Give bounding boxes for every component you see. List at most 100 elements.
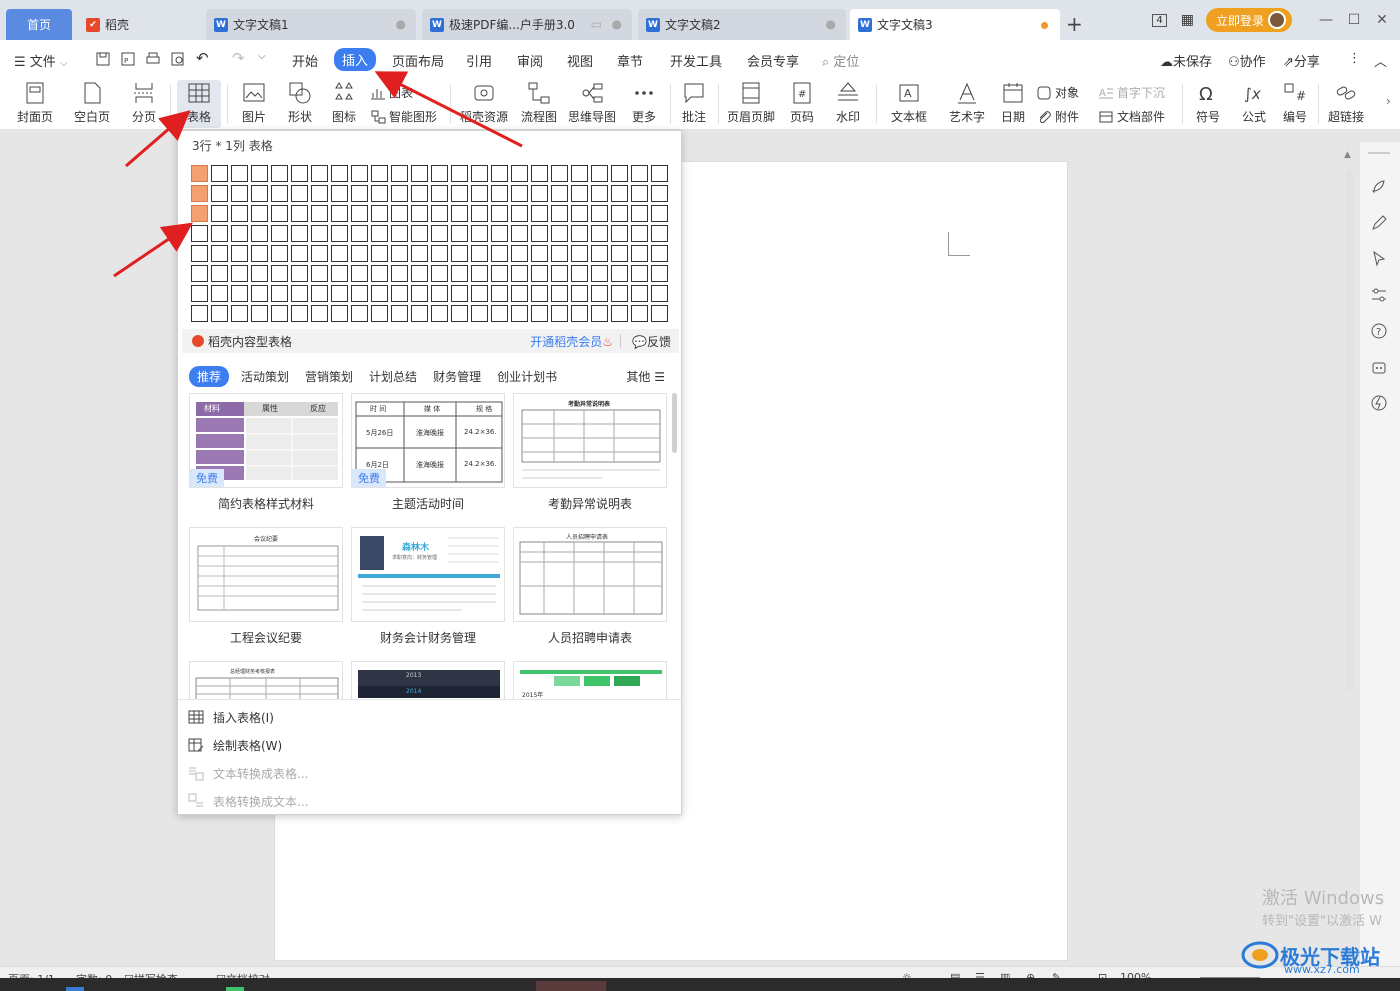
grid-cell[interactable] [331,165,348,182]
grid-cell[interactable] [251,305,268,322]
grid-cell[interactable] [291,225,308,242]
grid-cell[interactable] [371,165,388,182]
grid-cell[interactable] [371,245,388,262]
tab-doc3[interactable]: W 文字文稿3 [850,9,1060,40]
grid-cell[interactable] [451,305,468,322]
grid-cell[interactable] [631,205,648,222]
grid-cell[interactable] [591,225,608,242]
login-button[interactable]: 立即登录 [1205,8,1292,32]
minimize-icon[interactable]: — [1312,12,1340,28]
page-break-button[interactable]: 分页 [126,80,162,125]
grid-cell[interactable] [211,245,228,262]
grid-cell[interactable] [411,305,428,322]
grid-cell[interactable] [431,305,448,322]
save-icon[interactable] [95,51,111,67]
grid-cell[interactable] [291,165,308,182]
grid-cell[interactable] [391,185,408,202]
grid-cell[interactable] [411,265,428,282]
grid-cell[interactable] [331,225,348,242]
smartart-button[interactable]: 智能图形 [370,108,437,125]
grid-cell[interactable] [231,305,248,322]
grid-cell[interactable] [331,285,348,302]
grid-cell[interactable] [271,185,288,202]
grid-cell[interactable] [191,185,208,202]
grid-cell[interactable] [491,305,508,322]
grid-cell[interactable] [531,245,548,262]
close-icon[interactable]: ✕ [1368,12,1396,28]
grid-cell[interactable] [391,165,408,182]
grid-cell[interactable] [351,305,368,322]
grid-cell[interactable] [491,225,508,242]
grid-cell[interactable] [571,185,588,202]
grid-cell[interactable] [511,305,528,322]
grid-cell[interactable] [371,185,388,202]
export-pdf-icon[interactable]: P [120,51,136,67]
watermark-button[interactable]: 水印 [828,80,868,125]
menu-review[interactable]: 审阅 [517,51,543,70]
grid-cell[interactable] [431,185,448,202]
grid-cell[interactable] [191,305,208,322]
tab-doc2[interactable]: W 文字文稿2 ● [638,9,846,40]
grid-cell[interactable] [211,225,228,242]
grid-cell[interactable] [451,205,468,222]
rocket-icon[interactable] [1370,178,1388,196]
draw-table-command[interactable]: 绘制表格(W) [188,734,282,756]
grid-cell[interactable] [451,245,468,262]
grid-cell[interactable] [451,285,468,302]
menu-layout[interactable]: 页面布局 [392,51,444,70]
grid-cell[interactable] [551,225,568,242]
grid-cell[interactable] [651,165,668,182]
grid-cell[interactable] [231,265,248,282]
maximize-icon[interactable]: ☐ [1340,12,1368,28]
chevron-down-icon[interactable]: ⌵ [258,51,266,62]
layout-switch-icon[interactable]: 4 [1152,13,1167,27]
grid-cell[interactable] [291,205,308,222]
taskbar-app-icon[interactable] [226,987,244,991]
grid-cell[interactable] [611,185,628,202]
grid-cell[interactable] [311,205,328,222]
textbox-button[interactable]: A 文本框 [884,80,934,125]
grid-cell[interactable] [551,265,568,282]
attachment-button[interactable]: 附件 [1036,108,1079,125]
tab-business-plan[interactable]: 创业计划书 [497,368,557,385]
grid-cell[interactable] [511,265,528,282]
more-button[interactable]: 更多 [624,80,664,125]
lightning-icon[interactable] [1370,394,1388,412]
grid-cell[interactable] [351,265,368,282]
text-to-table-command[interactable]: 文本转换成表格... [188,762,308,784]
grid-cell[interactable] [631,225,648,242]
help-icon[interactable]: ? [1370,322,1388,340]
grid-cell[interactable] [491,165,508,182]
grid-cell[interactable] [391,265,408,282]
grid-cell[interactable] [351,205,368,222]
grid-cell[interactable] [351,245,368,262]
grid-cell[interactable] [471,305,488,322]
grid-cell[interactable] [371,205,388,222]
grid-cell[interactable] [311,305,328,322]
grid-cell[interactable] [651,205,668,222]
grid-cell[interactable] [651,245,668,262]
grid-cell[interactable] [651,185,668,202]
grid-cell[interactable] [191,245,208,262]
cursor-icon[interactable] [1370,250,1388,268]
template-card[interactable]: 会议纪要 工程会议纪要 [189,527,343,646]
grid-cell[interactable] [591,265,608,282]
grid-cell[interactable] [631,285,648,302]
grid-cell[interactable] [471,185,488,202]
sliders-icon[interactable] [1370,286,1388,304]
grid-cell[interactable] [411,225,428,242]
grid-cell[interactable] [611,305,628,322]
grid-cell[interactable] [611,205,628,222]
tab-recommended[interactable]: 推荐 [189,365,230,387]
grid-cell[interactable] [271,225,288,242]
grid-cell[interactable] [391,205,408,222]
grid-cell[interactable] [551,285,568,302]
tab-close-dot-icon[interactable]: ● [826,17,836,31]
grid-cell[interactable] [511,205,528,222]
template-card[interactable]: 总经理财务考核报表 [189,661,343,699]
tab-close-dot-icon[interactable]: ● [612,17,622,31]
grid-cell[interactable] [651,265,668,282]
tab-pdf[interactable]: W 极速PDF编...户手册3.0 ▭ ● [422,9,632,40]
grid-cell[interactable] [451,265,468,282]
grid-cell[interactable] [411,205,428,222]
